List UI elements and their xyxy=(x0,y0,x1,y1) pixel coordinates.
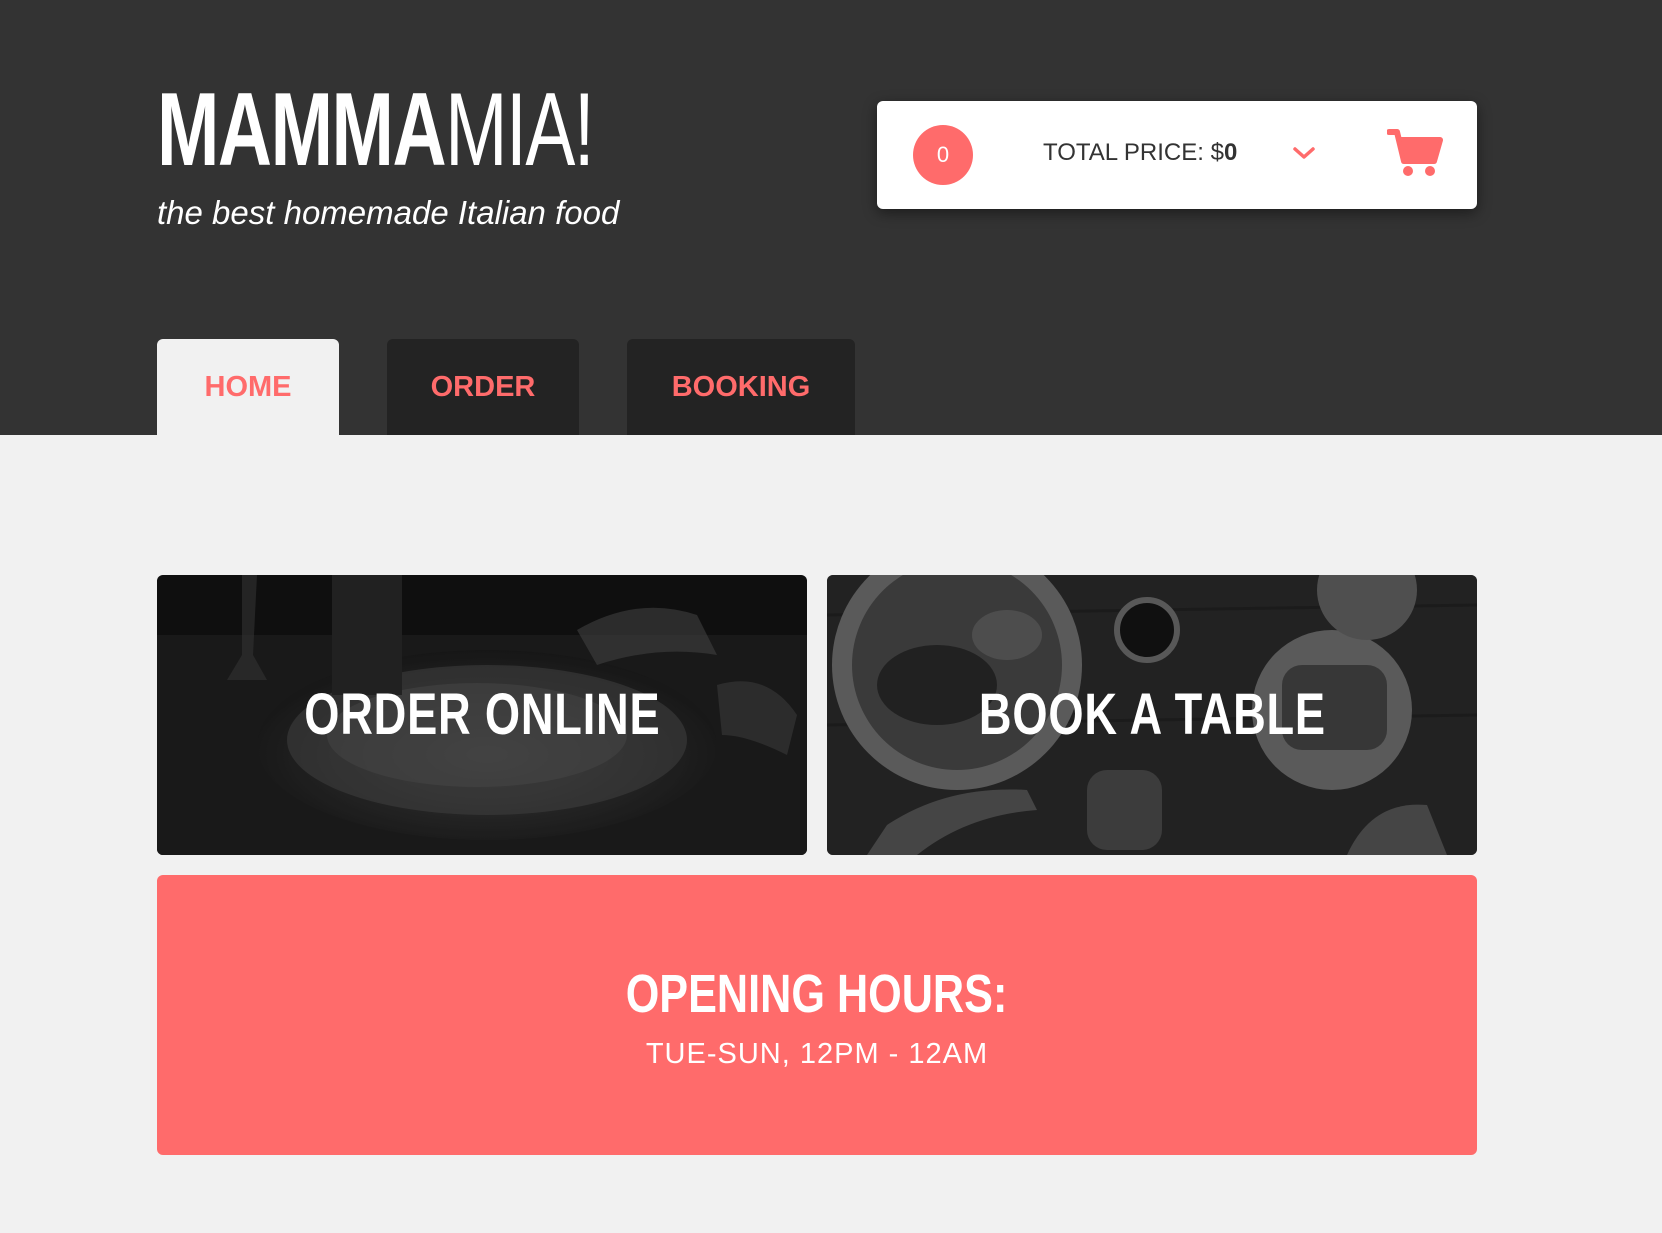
cart-total-value: 0 xyxy=(1223,139,1238,166)
shopping-cart-icon[interactable] xyxy=(1387,127,1443,179)
tab-home[interactable]: HOME xyxy=(157,339,339,435)
tab-booking[interactable]: BOOKING xyxy=(627,339,855,435)
opening-hours-time: TUE-SUN, 12PM - 12AM xyxy=(645,1038,989,1070)
logo-light-text: MIA! xyxy=(445,72,595,188)
cart-widget[interactable]: 0 TOTAL PRICE: $0 xyxy=(877,101,1477,209)
opening-hours-banner: OPENING HOURS: TUE-SUN, 12PM - 12AM xyxy=(157,875,1477,1155)
logo-bold-text: MAMMA xyxy=(157,72,447,188)
cart-count-badge: 0 xyxy=(913,125,973,185)
tagline: the best homemade Italian food xyxy=(157,194,620,231)
chevron-down-icon[interactable] xyxy=(1289,139,1319,169)
cart-total-price: TOTAL PRICE: $0 xyxy=(1043,139,1237,167)
logo[interactable]: MAMMAMIA! xyxy=(157,78,595,182)
book-table-title: BOOK A TABLE xyxy=(978,682,1326,747)
opening-hours-title: OPENING HOURS: xyxy=(626,964,1008,1024)
book-table-card[interactable]: BOOK A TABLE xyxy=(827,575,1477,855)
site-header: MAMMAMIA! the best homemade Italian food… xyxy=(0,0,1662,435)
cart-total-label: TOTAL PRICE: $ xyxy=(1043,139,1224,166)
tab-order[interactable]: ORDER xyxy=(387,339,579,435)
order-online-title: ORDER ONLINE xyxy=(303,682,661,747)
order-online-card[interactable]: ORDER ONLINE xyxy=(157,575,807,855)
